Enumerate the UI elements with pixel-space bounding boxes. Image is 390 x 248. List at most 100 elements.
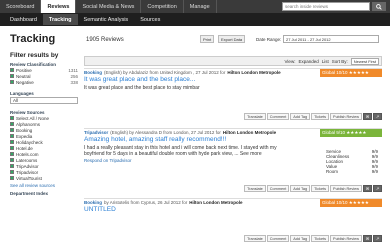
- source-label: Holidaycheck: [16, 139, 43, 145]
- language-value: All: [13, 98, 19, 103]
- review-hotel: Hilton London Metropole: [222, 130, 277, 135]
- review-title[interactable]: It was great place and the best place...: [84, 76, 382, 85]
- source-item[interactable]: VirtualTourist: [10, 175, 78, 181]
- search-input[interactable]: [282, 2, 370, 11]
- email-icon[interactable]: ✉: [363, 113, 372, 120]
- comment-button[interactable]: Comment: [266, 235, 290, 242]
- add-tag-button[interactable]: Add Tag: [290, 113, 311, 120]
- tab-reviews[interactable]: Reviews: [41, 0, 77, 13]
- checkbox[interactable]: [10, 80, 14, 84]
- checkbox[interactable]: [10, 134, 14, 138]
- tickets-button[interactable]: Tickets: [311, 185, 330, 192]
- date-range-value: 27 Jul 2011 - 27 Jul 2012: [286, 36, 331, 42]
- review-title[interactable]: Amazing hotel, amazing staff really reco…: [84, 136, 382, 145]
- review-text: I had a really pleasant stay in this hot…: [84, 145, 277, 157]
- page-title: Tracking: [10, 33, 56, 45]
- tab-social-media[interactable]: Social Media & News: [76, 0, 142, 13]
- review-item: Booking by Aristotelis from Cyprus, 26 J…: [84, 198, 382, 244]
- source-label: Hotels.com: [16, 151, 39, 157]
- filter-negative[interactable]: Negative 338: [10, 79, 78, 85]
- checkbox[interactable]: [10, 68, 14, 72]
- add-tag-button[interactable]: Add Tag: [290, 235, 311, 242]
- checkbox[interactable]: [10, 128, 14, 132]
- filter-label: Negative: [16, 79, 34, 85]
- sort-label: Sort By:: [331, 58, 348, 64]
- tab-sources[interactable]: Sources: [134, 14, 166, 25]
- review-actions: Translate Comment Add Tag Tickets Publis…: [244, 113, 382, 120]
- language-select[interactable]: All: [10, 97, 78, 104]
- email-icon[interactable]: ✉: [363, 235, 372, 242]
- review-item: Tripadvisor (English) by Alessandra D fr…: [84, 128, 382, 194]
- source-label: Tripadvisor: [16, 169, 39, 175]
- review-meta-text: by Aristotelis from Cyprus, 26 Jul 2012 …: [104, 200, 188, 205]
- review-hotel: Hilton London Metropole: [227, 70, 281, 75]
- checkbox[interactable]: [10, 158, 14, 162]
- review-source[interactable]: Booking: [84, 200, 102, 205]
- view-label: View:: [284, 58, 296, 64]
- score-badge: Global 9/10 ★★★★★: [320, 129, 382, 137]
- checkbox[interactable]: [10, 122, 14, 126]
- publish-review-button[interactable]: Publish Review: [330, 185, 362, 192]
- filter-sidebar: Filter results by Review Classification …: [10, 52, 78, 196]
- date-range-select[interactable]: 27 Jul 2011 - 27 Jul 2012: [283, 35, 379, 43]
- subscore-row: Room 9/9: [326, 169, 378, 174]
- review-count: 1905 Reviews: [86, 37, 124, 43]
- checkbox[interactable]: [10, 116, 14, 120]
- share-icon[interactable]: ↗: [373, 235, 382, 242]
- filter-label: Neutral: [16, 73, 31, 79]
- share-icon[interactable]: ↗: [373, 185, 382, 192]
- checkbox[interactable]: [10, 176, 14, 180]
- subscore-label: Room: [326, 169, 339, 174]
- tickets-button[interactable]: Tickets: [311, 235, 330, 242]
- checkbox[interactable]: [10, 170, 14, 174]
- review-meta-text: (English) by Abdulaziz from United Kingd…: [104, 70, 226, 75]
- checkbox[interactable]: [10, 146, 14, 150]
- tab-competition[interactable]: Competition: [141, 0, 184, 13]
- source-label: Alphanorms: [16, 121, 41, 127]
- email-icon[interactable]: ✉: [363, 185, 372, 192]
- checkbox[interactable]: [10, 140, 14, 144]
- filter-count: 256: [70, 73, 78, 79]
- sort-select[interactable]: Newest First: [350, 57, 379, 65]
- print-label: Print: [203, 36, 212, 42]
- export-label: Export Data: [221, 36, 243, 42]
- view-list[interactable]: List: [322, 59, 329, 64]
- review-source[interactable]: Tripadvisor: [84, 130, 108, 135]
- review-meta-text: (English) by Alessandra D from London, 2…: [110, 130, 221, 135]
- translate-button[interactable]: Translate: [244, 185, 266, 192]
- top-nav: Scoreboard Reviews Social Media & News C…: [0, 0, 390, 13]
- translate-button[interactable]: Translate: [244, 113, 266, 120]
- export-button[interactable]: Export Data: [218, 35, 246, 43]
- search-icon: [376, 3, 382, 10]
- translate-button[interactable]: Translate: [244, 235, 266, 242]
- checkbox[interactable]: [10, 152, 14, 156]
- date-range-label: Date Range:: [256, 37, 282, 42]
- print-button[interactable]: Print: [200, 35, 215, 43]
- review-title[interactable]: UNTITLED: [84, 206, 382, 215]
- share-icon[interactable]: ↗: [373, 113, 382, 120]
- review-source[interactable]: Booking: [84, 70, 102, 75]
- tab-manage[interactable]: Manage: [184, 0, 217, 13]
- publish-review-button[interactable]: Publish Review: [330, 235, 362, 242]
- subscore-value: 9/9: [371, 169, 378, 174]
- see-all-sources-link[interactable]: See all review sources: [10, 183, 78, 188]
- tab-tracking[interactable]: Tracking: [42, 14, 78, 25]
- view-controls: View: Expanded List Sort By: Newest Firs…: [284, 57, 381, 65]
- department-label: Department Index: [10, 191, 49, 196]
- checkbox[interactable]: [10, 74, 14, 78]
- checkbox[interactable]: [10, 164, 14, 168]
- comment-button[interactable]: Comment: [266, 185, 290, 192]
- tickets-button[interactable]: Tickets: [311, 113, 330, 120]
- subscores: Service 9/9 Cleanliness 9/9 Location 9/9 Va…: [326, 149, 378, 174]
- review-hotel: Hilton London Metropole: [189, 200, 243, 205]
- search-button[interactable]: [372, 2, 386, 11]
- view-expanded[interactable]: Expanded: [298, 59, 318, 64]
- tab-dashboard[interactable]: Dashboard: [4, 14, 43, 25]
- tab-scoreboard[interactable]: Scoreboard: [0, 0, 42, 13]
- publish-review-button[interactable]: Publish Review: [330, 113, 362, 120]
- source-label: TripAdvisor: [16, 163, 39, 169]
- tab-semantic-analysis[interactable]: Semantic Analysis: [78, 14, 135, 25]
- filter-count: 338: [70, 79, 78, 85]
- add-tag-button[interactable]: Add Tag: [290, 185, 311, 192]
- comment-button[interactable]: Comment: [266, 113, 290, 120]
